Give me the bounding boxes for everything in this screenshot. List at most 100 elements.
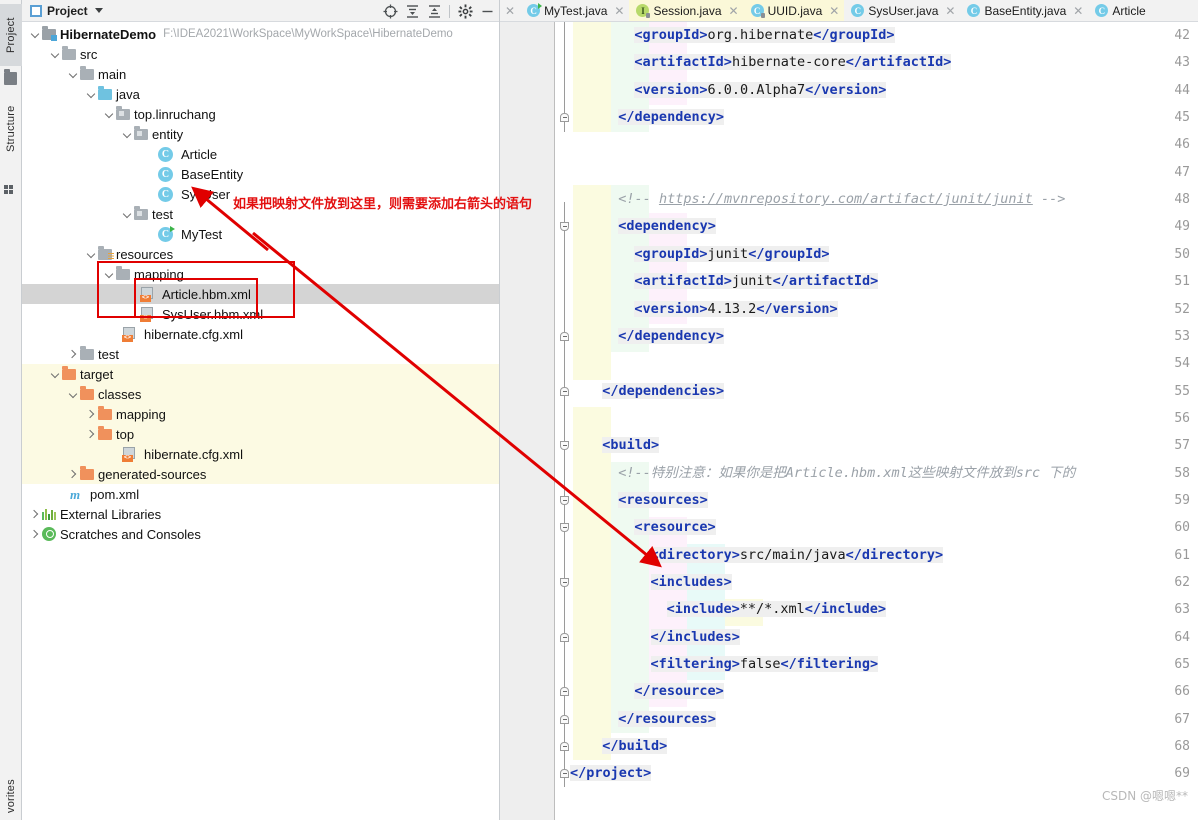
fold-marker[interactable] — [559, 760, 570, 787]
chevron-down-icon[interactable] — [50, 369, 61, 380]
close-icon[interactable]: ✕ — [614, 4, 624, 18]
chevron-down-icon[interactable] — [68, 69, 79, 80]
code-line[interactable]: <!-- https://mvnrepository.com/artifact/… — [618, 186, 1065, 213]
tree-node-mytest-class[interactable]: C MyTest — [22, 224, 499, 244]
tree-node-article-hbm-xml[interactable]: Article.hbm.xml — [22, 284, 499, 304]
tree-node-generated-sources[interactable]: generated-sources — [22, 464, 499, 484]
tool-tab-structure[interactable]: Structure — [0, 92, 22, 166]
code-line[interactable]: <directory>src/main/java</directory> — [650, 542, 944, 569]
project-tree[interactable]: HibernateDemo F:\IDEA2021\WorkSpace\MyWo… — [22, 22, 499, 544]
editor-tab-sysuser[interactable]: C SysUser.java ✕ — [844, 0, 960, 21]
fold-marker[interactable] — [559, 378, 570, 405]
code-line[interactable]: <!--特别注意：如果你是把Article.hbm.xml这些映射文件放到src… — [618, 460, 1075, 487]
chevron-down-icon[interactable] — [94, 8, 103, 13]
code-line[interactable]: </dependency> — [618, 323, 724, 350]
close-icon[interactable]: ✕ — [829, 4, 839, 18]
tree-node-sysuser-hbm-xml[interactable]: SysUser.hbm.xml — [22, 304, 499, 324]
chevron-down-icon[interactable] — [86, 89, 97, 100]
chevron-right-icon[interactable] — [68, 469, 79, 480]
tree-node-src-test[interactable]: test — [22, 344, 499, 364]
tree-node-mapping[interactable]: mapping — [22, 264, 499, 284]
tool-tab-project[interactable]: Project — [0, 4, 22, 66]
code-line[interactable]: <build> — [602, 432, 660, 459]
code-line[interactable]: </build> — [602, 733, 668, 760]
tree-node-classes[interactable]: classes — [22, 384, 499, 404]
tree-node-scratches-and-consoles[interactable]: Scratches and Consoles — [22, 524, 499, 544]
fold-marker[interactable] — [559, 487, 570, 514]
code-line[interactable]: <includes> — [650, 569, 732, 596]
code-line[interactable]: </resource> — [634, 678, 724, 705]
fold-marker[interactable] — [559, 569, 570, 596]
tree-node-pom-xml[interactable]: m pom.xml — [22, 484, 499, 504]
chevron-down-icon[interactable] — [30, 29, 41, 40]
code-line[interactable]: </dependency> — [618, 104, 724, 131]
expand-all-icon[interactable] — [402, 1, 422, 21]
code-line[interactable]: <artifactId>junit</artifactId> — [634, 268, 879, 295]
fold-marker[interactable] — [559, 104, 570, 131]
editor-tab-session[interactable]: I Session.java ✕ — [629, 0, 744, 21]
code-line[interactable]: <filtering>false</filtering> — [650, 651, 879, 678]
code-line[interactable]: <version>4.13.2</version> — [634, 296, 838, 323]
code-line[interactable]: </includes> — [650, 624, 740, 651]
code-line[interactable]: </dependencies> — [602, 378, 725, 405]
locate-icon[interactable] — [380, 1, 400, 21]
close-icon[interactable]: ✕ — [729, 4, 739, 18]
fold-marker[interactable] — [559, 213, 570, 240]
hide-panel-icon[interactable] — [477, 1, 497, 21]
chevron-right-icon[interactable] — [68, 349, 79, 360]
tree-node-target-mapping[interactable]: mapping — [22, 404, 499, 424]
code-line[interactable]: <resources> — [618, 487, 708, 514]
fold-marker[interactable] — [559, 514, 570, 541]
tree-node-sysuser-class[interactable]: C SysUser — [22, 184, 499, 204]
fold-marker[interactable] — [559, 678, 570, 705]
editor-tab-article[interactable]: C Article — [1088, 0, 1150, 21]
editor-tab-baseentity[interactable]: C BaseEntity.java ✕ — [960, 0, 1088, 21]
tree-node-src[interactable]: src — [22, 44, 499, 64]
chevron-down-icon[interactable] — [104, 269, 115, 280]
tree-node-article-class[interactable]: C Article — [22, 144, 499, 164]
tool-tab-favorites[interactable]: vorites — [0, 772, 22, 820]
close-icon[interactable]: ✕ — [1073, 4, 1083, 18]
chevron-down-icon[interactable] — [104, 109, 115, 120]
editor-tab-partial[interactable]: ✕ — [500, 0, 520, 21]
fold-marker[interactable] — [559, 432, 570, 459]
chevron-right-icon[interactable] — [86, 409, 97, 420]
code-line[interactable]: <dependency> — [618, 213, 716, 240]
close-icon[interactable]: ✕ — [505, 4, 515, 18]
editor-tab-uuid[interactable]: C UUID.java ✕ — [743, 0, 845, 21]
code-content[interactable]: 42 43 44 45 46 47 48 49 50 51 52 53 54 55 56 57 58 59 60 61… — [500, 22, 1198, 820]
chevron-right-icon[interactable] — [86, 429, 97, 440]
fold-marker[interactable] — [559, 733, 570, 760]
fold-marker[interactable] — [559, 706, 570, 733]
code-line[interactable]: </project> — [570, 760, 652, 787]
code-line[interactable]: </resources> — [618, 706, 716, 733]
fold-marker[interactable] — [559, 624, 570, 651]
code-line[interactable]: <groupId>junit</groupId> — [634, 241, 830, 268]
editor-tab-mytest[interactable]: C MyTest.java ✕ — [520, 0, 629, 21]
tree-node-baseentity-class[interactable]: C BaseEntity — [22, 164, 499, 184]
chevron-down-icon[interactable] — [68, 389, 79, 400]
chevron-right-icon[interactable] — [30, 509, 41, 520]
code-line[interactable]: <resource> — [634, 514, 716, 541]
tree-node-hibernatedemo[interactable]: HibernateDemo F:\IDEA2021\WorkSpace\MyWo… — [22, 24, 499, 44]
settings-gear-icon[interactable] — [455, 1, 475, 21]
tree-node-top-linruchang[interactable]: top.linruchang — [22, 104, 499, 124]
chevron-right-icon[interactable] — [30, 529, 41, 540]
code-line[interactable]: <include>**/*.xml</include> — [666, 596, 887, 623]
chevron-down-icon[interactable] — [122, 209, 133, 220]
editor-tab-bar[interactable]: ✕ C MyTest.java ✕ I Session.java ✕ C UUI… — [500, 0, 1198, 22]
collapse-all-icon[interactable] — [424, 1, 444, 21]
tree-node-main[interactable]: main — [22, 64, 499, 84]
tree-node-target[interactable]: target — [22, 364, 499, 384]
tree-node-test-package[interactable]: test — [22, 204, 499, 224]
chevron-down-icon[interactable] — [50, 49, 61, 60]
tree-node-external-libraries[interactable]: External Libraries — [22, 504, 499, 524]
tree-node-target-hibernate-cfg-xml[interactable]: hibernate.cfg.xml — [22, 444, 499, 464]
chevron-down-icon[interactable] — [122, 129, 133, 140]
close-icon[interactable]: ✕ — [945, 4, 955, 18]
fold-marker[interactable] — [559, 323, 570, 350]
code-line[interactable]: <artifactId>hibernate-core</artifactId> — [634, 49, 952, 76]
tree-node-hibernate-cfg-xml[interactable]: hibernate.cfg.xml — [22, 324, 499, 344]
tree-node-entity[interactable]: entity — [22, 124, 499, 144]
tree-node-java[interactable]: java — [22, 84, 499, 104]
